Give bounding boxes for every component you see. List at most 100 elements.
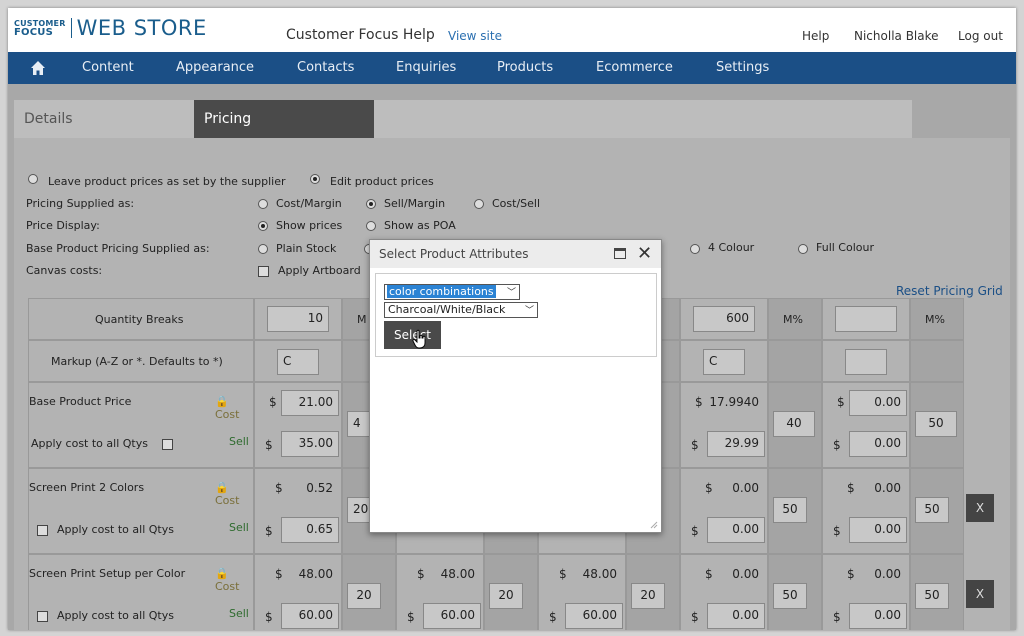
- col1-sp2-cost-input[interactable]: 0.52: [287, 476, 339, 502]
- help-link[interactable]: Help: [802, 29, 829, 43]
- top-bar: CUSTOMER FOCUS WEB STORE Customer Focus …: [8, 8, 1016, 52]
- col4-setup-cost-input[interactable]: 0.00: [713, 562, 765, 588]
- close-icon[interactable]: ✕: [637, 243, 652, 264]
- col5-markup-input[interactable]: [845, 349, 887, 375]
- col1-qty-input[interactable]: 10: [267, 306, 329, 332]
- resize-grip-icon[interactable]: [650, 521, 658, 529]
- nav-ecommerce[interactable]: Ecommerce: [596, 60, 673, 75]
- col5-setup-cost-dollar: $: [847, 567, 855, 581]
- col5-setup-sell-input[interactable]: 0.00: [849, 603, 907, 629]
- col4-m-base-input[interactable]: 40: [773, 411, 815, 437]
- col1-base-cost-dollar: $: [269, 395, 277, 409]
- col1-base-cost-input[interactable]: 21.00: [281, 390, 339, 416]
- col3-setup-cell: $ 48.00 $ 60.00: [538, 554, 626, 630]
- col2-setup-sell-input[interactable]: 60.00: [423, 603, 481, 629]
- apply-artboard-label: Apply Artboard: [278, 264, 361, 277]
- col4-sp2-sell-dollar: $: [691, 524, 699, 538]
- apply-artboard-checkbox[interactable]: [258, 266, 269, 277]
- show-poa-radio[interactable]: [366, 221, 376, 231]
- col4-base-sell-input[interactable]: 29.99: [707, 431, 765, 457]
- col1-base-sell-input[interactable]: 35.00: [281, 431, 339, 457]
- brand-separator: [70, 18, 72, 38]
- attribute-value-select[interactable]: Charcoal/White/Black ﹀: [384, 302, 538, 318]
- col4-sp2-sell-input[interactable]: 0.00: [707, 517, 765, 543]
- setup-cost-text: Cost: [215, 580, 240, 593]
- col1-markup-input[interactable]: C: [277, 349, 319, 375]
- col5-setup-cell: $ 0.00 $ 0.00: [822, 554, 910, 630]
- cost-margin-radio[interactable]: [258, 199, 268, 209]
- nav-content[interactable]: Content: [82, 60, 134, 75]
- col5-sp2-cost-input[interactable]: 0.00: [855, 476, 907, 502]
- nav-appearance[interactable]: Appearance: [176, 60, 254, 75]
- home-icon[interactable]: [30, 60, 46, 76]
- col5-m-base-input[interactable]: 50: [915, 411, 957, 437]
- four-colour-label: 4 Colour: [708, 241, 755, 254]
- user-name[interactable]: Nicholla Blake: [854, 29, 939, 43]
- col1-m-setup-input[interactable]: 20: [347, 583, 381, 609]
- col4-base-cost-input[interactable]: 17.9940: [703, 390, 765, 416]
- reset-pricing-grid-link[interactable]: Reset Pricing Grid: [896, 284, 1003, 298]
- tab-pricing[interactable]: Pricing: [194, 100, 374, 138]
- col4-base-cost-dollar: $: [695, 395, 703, 409]
- attribute-selected-value: color combinations: [387, 285, 496, 298]
- col5-sp2-sell-input[interactable]: 0.00: [849, 517, 907, 543]
- logout-link[interactable]: Log out: [958, 29, 1003, 43]
- nav-enquiries[interactable]: Enquiries: [396, 60, 456, 75]
- select-button[interactable]: Select: [384, 321, 441, 349]
- col2-setup-cost-input[interactable]: 48.00: [429, 562, 481, 588]
- edit-prices-radio[interactable]: [310, 174, 320, 184]
- brand-logo[interactable]: CUSTOMER FOCUS WEB STORE: [14, 16, 207, 40]
- remove-screen-print-2-button[interactable]: X: [966, 494, 994, 522]
- col4-qty-input[interactable]: 600: [693, 306, 755, 332]
- col5-base-sell-input[interactable]: 0.00: [849, 431, 907, 457]
- col4-m-setup: 50: [768, 554, 822, 630]
- col5-qty-cell: [822, 298, 910, 340]
- chevron-down-icon: ﹀: [506, 288, 516, 298]
- plain-stock-radio[interactable]: [258, 244, 268, 254]
- col2-m-setup-input[interactable]: 20: [489, 583, 523, 609]
- col5-base-cost-input[interactable]: 0.00: [849, 390, 907, 416]
- col5-m-sp2-input[interactable]: 50: [915, 497, 949, 523]
- maximize-icon[interactable]: [614, 248, 626, 259]
- tab-details[interactable]: Details: [14, 100, 194, 138]
- four-colour-radio[interactable]: [690, 244, 700, 254]
- attribute-select[interactable]: color combinations ﹀: [384, 284, 520, 300]
- col5-sp2-sell-dollar: $: [833, 524, 841, 538]
- col5-qty-input[interactable]: [835, 306, 897, 332]
- plain-stock-label: Plain Stock: [276, 242, 337, 255]
- show-prices-radio[interactable]: [258, 221, 268, 231]
- setup-apply-cost-checkbox[interactable]: [37, 611, 48, 622]
- col5-setup-cost-input[interactable]: 0.00: [855, 562, 907, 588]
- col4-m-sp2-input[interactable]: 50: [773, 497, 807, 523]
- col4-setup-sell-input[interactable]: 0.00: [707, 603, 765, 629]
- col1-base-cell: $ 21.00 $ 35.00: [254, 382, 342, 468]
- col4-markup-input[interactable]: C: [703, 349, 745, 375]
- col5-base-sell-dollar: $: [833, 438, 841, 452]
- nav-products[interactable]: Products: [497, 60, 553, 75]
- leave-prices-label: Leave product prices as set by the suppl…: [48, 175, 286, 188]
- base-apply-cost-checkbox[interactable]: [162, 439, 173, 450]
- col1-setup-sell-input[interactable]: 60.00: [281, 603, 339, 629]
- nav-settings[interactable]: Settings: [716, 60, 769, 75]
- col3-setup-sell-input[interactable]: 60.00: [565, 603, 623, 629]
- base-cost-tag: 🔒Cost: [215, 395, 240, 421]
- view-site-link[interactable]: View site: [448, 29, 502, 43]
- col3-setup-sell-dollar: $: [549, 610, 557, 624]
- full-colour-radio[interactable]: [798, 244, 808, 254]
- sell-margin-radio[interactable]: [366, 199, 376, 209]
- col3-setup-cost-input[interactable]: 48.00: [571, 562, 623, 588]
- nav-contacts[interactable]: Contacts: [297, 60, 354, 75]
- remove-screen-print-setup-button[interactable]: X: [966, 580, 994, 608]
- col1-sp2-sell-input[interactable]: 0.65: [281, 517, 339, 543]
- col4-setup-sell-dollar: $: [691, 610, 699, 624]
- leave-prices-radio[interactable]: [28, 174, 38, 184]
- screen-print-2-row-header: Screen Print 2 Colors 🔒Cost Apply cost t…: [28, 468, 254, 554]
- col4-sp2-cost-input[interactable]: 0.00: [713, 476, 765, 502]
- col1-setup-cost-input[interactable]: 48.00: [287, 562, 339, 588]
- sp2-apply-cost-checkbox[interactable]: [37, 525, 48, 536]
- dialog-titlebar[interactable]: Select Product Attributes ✕: [370, 240, 661, 268]
- col5-m-setup-input[interactable]: 50: [915, 583, 949, 609]
- col3-m-setup-input[interactable]: 20: [631, 583, 665, 609]
- col4-m-setup-input[interactable]: 50: [773, 583, 807, 609]
- cost-sell-radio[interactable]: [474, 199, 484, 209]
